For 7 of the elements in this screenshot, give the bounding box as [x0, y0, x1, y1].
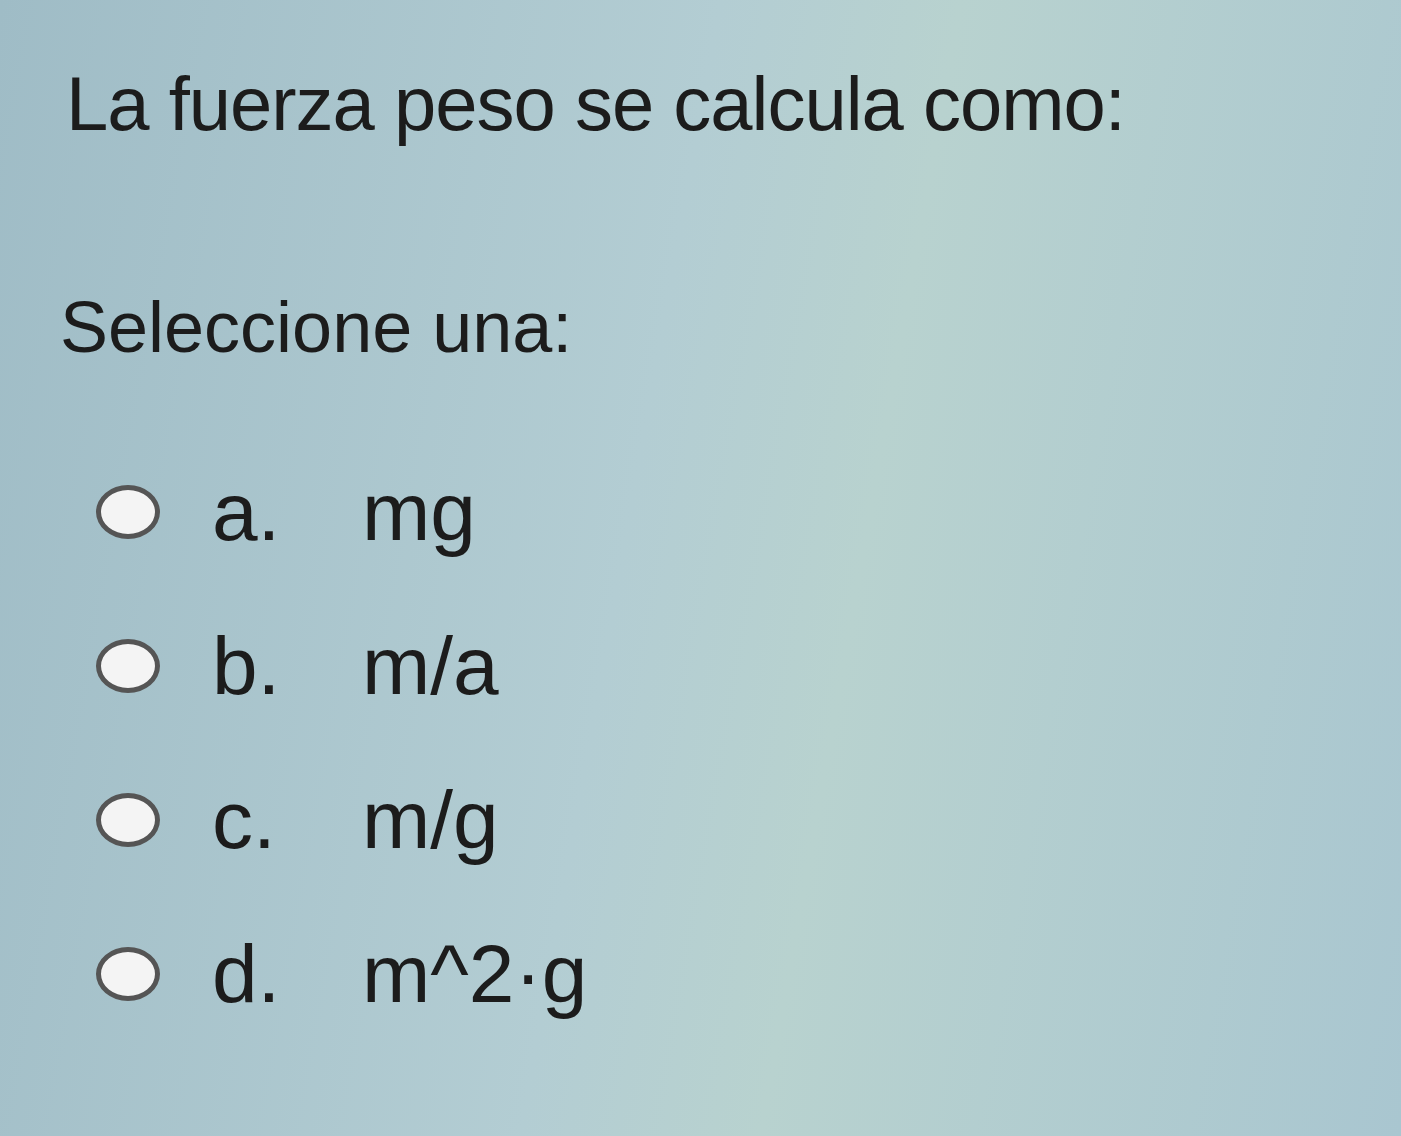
question-text: La fuerza peso se calcula como: — [66, 62, 1126, 146]
option-answer: m/a — [362, 624, 499, 707]
instruction-text: Seleccione una: — [60, 287, 574, 367]
option-letter: c. — [212, 778, 277, 861]
option-letter: a. — [212, 470, 282, 553]
option-letter: b. — [212, 624, 282, 707]
option-letter: d. — [212, 932, 282, 1015]
